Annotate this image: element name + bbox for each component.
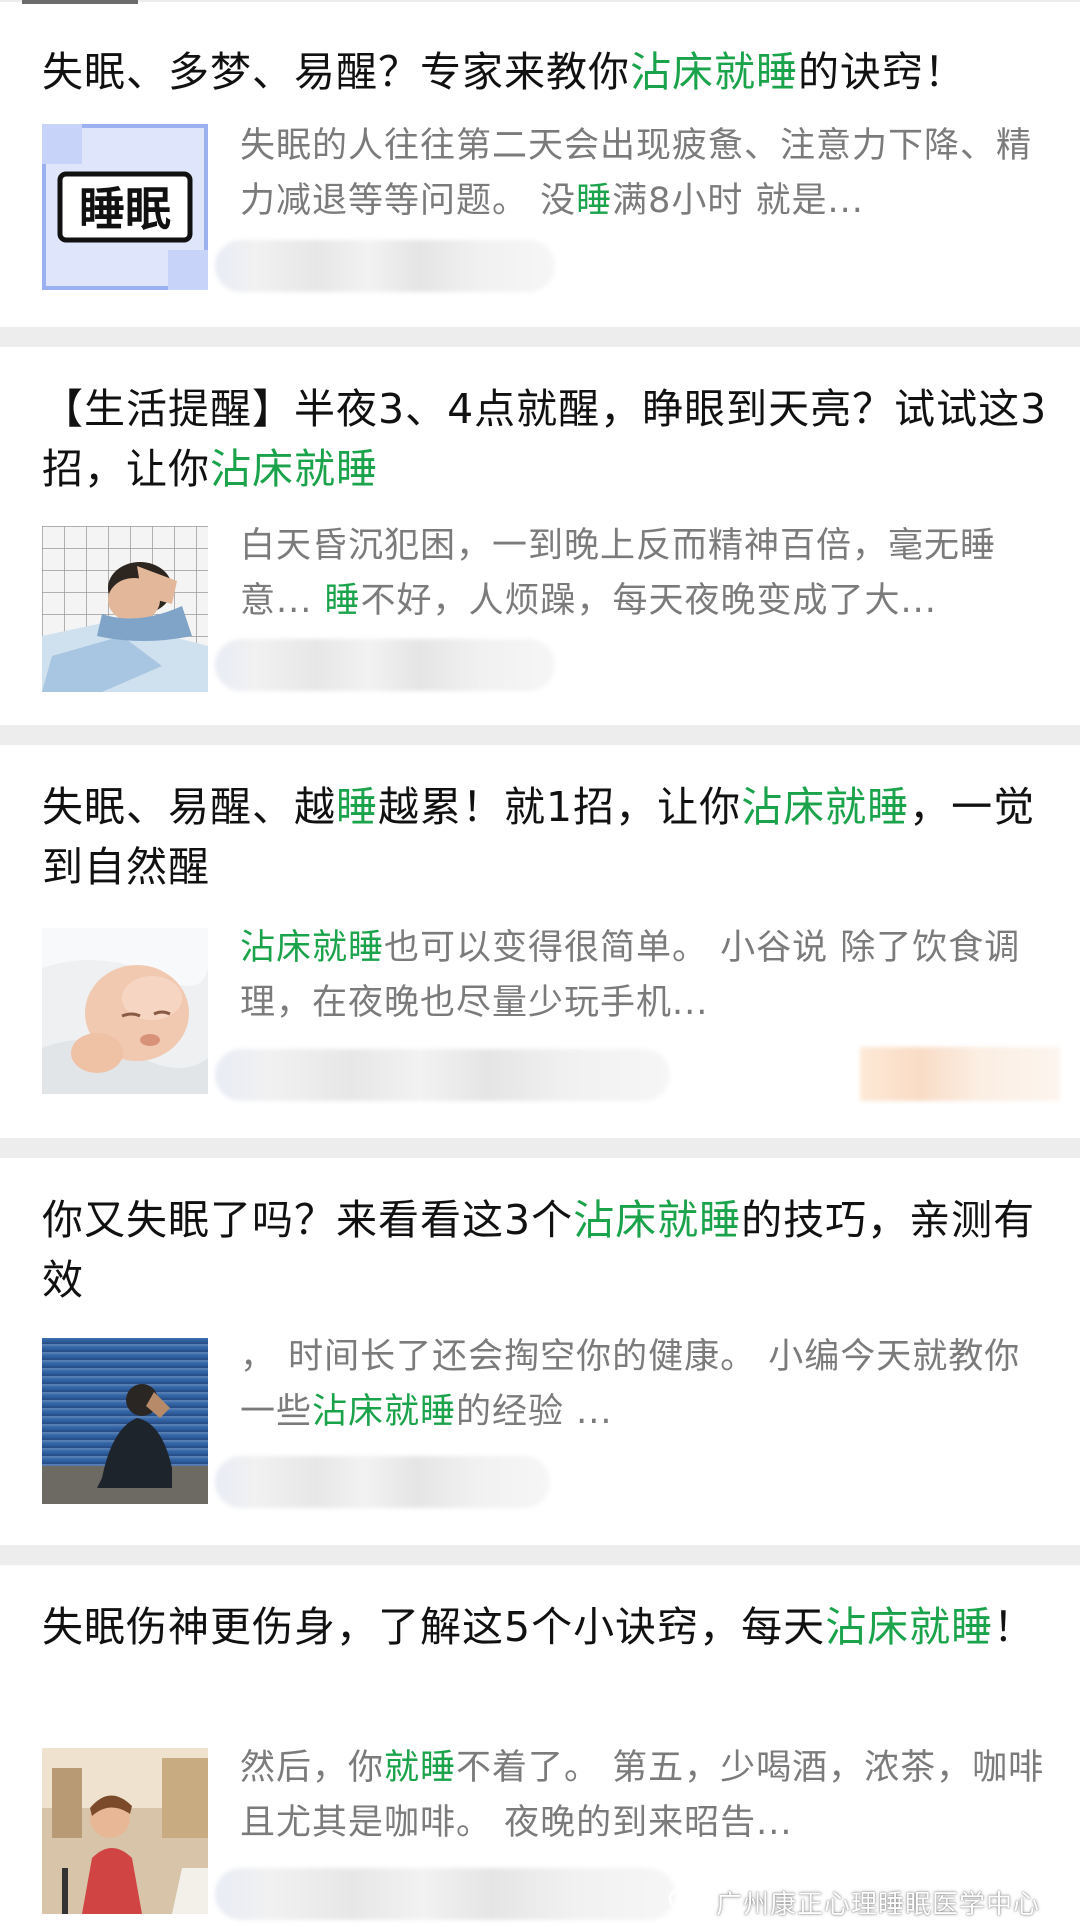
text-segment: 然后，你: [240, 1748, 385, 1788]
article-snippet: 然后，你就睡不着了。 第五，少喝酒，浓茶，咖啡且尤其是咖啡。 夜晚的到来昭告..…: [240, 1741, 1052, 1851]
article-meta-blurred: [215, 1868, 675, 1920]
highlight-keyword: 睡: [576, 181, 613, 221]
article-title[interactable]: 失眠、多梦、易醒？专家来教你沾床就睡的诀窍！: [42, 42, 1052, 102]
article-thumbnail[interactable]: [42, 526, 208, 692]
text-segment: ！: [993, 1603, 1036, 1651]
article-snippet: ， 时间长了还会掏空你的健康。 小编今天就教你一些沾床就睡的经验 ...: [240, 1330, 1052, 1440]
text-segment: 失眠、易醒、越: [42, 783, 336, 831]
article-thumbnail[interactable]: 睡眠: [42, 124, 208, 290]
wechat-icon: [668, 1887, 707, 1917]
article-title[interactable]: 【生活提醒】半夜3、4点就醒，睁眼到天亮？试试这3招，让你沾床就睡: [42, 379, 1052, 499]
article-title[interactable]: 失眠伤神更伤身，了解这5个小诀窍，每天沾床就睡！: [42, 1597, 1052, 1657]
highlight-keyword: 就睡: [384, 1748, 457, 1788]
article-snippet: 白天昏沉犯困，一到晚上反而精神百倍，毫无睡意... 睡不好，人烦躁，每天夜晚变成…: [240, 519, 1052, 629]
text-segment: 的诀窍！: [798, 48, 966, 96]
article-thumbnail[interactable]: [42, 928, 208, 1094]
article-card-3[interactable]: 失眠、易醒、越睡越累！就1招，让你沾床就睡，一觉到自然醒 沾床就睡也可以变得很简…: [0, 745, 1080, 1138]
woman-exercising-photo-icon: [42, 1748, 208, 1914]
highlight-keyword: 睡: [336, 783, 378, 831]
text-segment: 越累！就1招，让你: [378, 783, 742, 831]
article-snippet: 失眠的人往往第二天会出现疲惫、注意力下降、精力减退等等问题。 没睡满8小时 就是…: [240, 119, 1052, 229]
highlight-keyword: 沾床就睡: [825, 1603, 994, 1651]
baby-sleeping-photo-icon: [42, 928, 208, 1094]
svg-text:睡眠: 睡眠: [79, 182, 171, 236]
text-segment: 失眠伤神更伤身，了解这5个小诀窍，每天: [42, 1603, 826, 1651]
highlight-keyword: 沾床就睡: [312, 1392, 457, 1432]
article-title[interactable]: 你又失眠了吗？来看看这3个沾床就睡的技巧，亲测有效: [42, 1190, 1052, 1310]
highlight-keyword: 沾床就睡: [741, 783, 910, 831]
article-card-4[interactable]: 你又失眠了吗？来看看这3个沾床就睡的技巧，亲测有效 ， 时间长了还会掏空你的健康…: [0, 1158, 1080, 1545]
watermark-text: 广州康正心理睡眠医学中心: [716, 1889, 1041, 1920]
highlight-keyword: 睡: [324, 581, 361, 621]
article-meta-blurred: [215, 639, 555, 691]
man-sleeping-photo-icon: [42, 526, 208, 692]
article-snippet: 沾床就睡也可以变得很简单。 小谷说 除了饮食调理，在夜晚也尽量少玩手机...: [240, 921, 1052, 1031]
article-card-5[interactable]: 失眠伤神更伤身，了解这5个小诀窍，每天沾床就睡！ 然后，你就睡不着了。 第五，少…: [0, 1565, 1080, 1931]
article-card-1[interactable]: 失眠、多梦、易醒？专家来教你沾床就睡的诀窍！ 睡眠 失眠的人往往第二天会出现疲惫…: [0, 4, 1080, 327]
card-separator: [0, 725, 1080, 745]
article-thumbnail[interactable]: [42, 1338, 208, 1504]
article-card-2[interactable]: 【生活提醒】半夜3、4点就醒，睁眼到天亮？试试这3招，让你沾床就睡 白天昏沉犯困…: [0, 347, 1080, 725]
sleep-text-badge-icon: 睡眠: [42, 124, 208, 290]
highlight-keyword: 沾床就睡: [630, 48, 798, 96]
man-insomnia-photo-icon: [42, 1338, 208, 1504]
card-separator: [0, 327, 1080, 347]
text-segment: 【生活提醒】半夜3、4点就醒，睁眼到天亮？试试这3招，让你: [42, 385, 1048, 493]
text-segment: 失眠、多梦、易醒？专家来教你: [42, 48, 630, 96]
highlight-keyword: 沾床就睡: [573, 1196, 742, 1244]
card-separator: [0, 1138, 1080, 1158]
highlight-keyword: 沾床就睡: [240, 928, 385, 968]
text-segment: 的经验 ...: [456, 1392, 613, 1432]
article-meta-blurred-right: [860, 1047, 1060, 1101]
text-segment: 你又失眠了吗？来看看这3个: [42, 1196, 574, 1244]
top-edge: [0, 0, 1080, 2]
article-meta-blurred: [215, 240, 555, 292]
article-meta-blurred: [215, 1456, 550, 1508]
card-separator: [0, 1545, 1080, 1565]
article-meta-blurred: [215, 1049, 670, 1101]
text-segment: 不好，人烦躁，每天夜晚变成了大...: [360, 581, 937, 621]
article-thumbnail[interactable]: [42, 1748, 208, 1914]
highlight-keyword: 沾床就睡: [210, 445, 378, 493]
article-title[interactable]: 失眠、易醒、越睡越累！就1招，让你沾床就睡，一觉到自然醒: [42, 777, 1052, 897]
text-segment: 满8小时 就是...: [612, 181, 864, 221]
account-watermark: 广州康正心理睡眠医学中心: [668, 1880, 1040, 1924]
